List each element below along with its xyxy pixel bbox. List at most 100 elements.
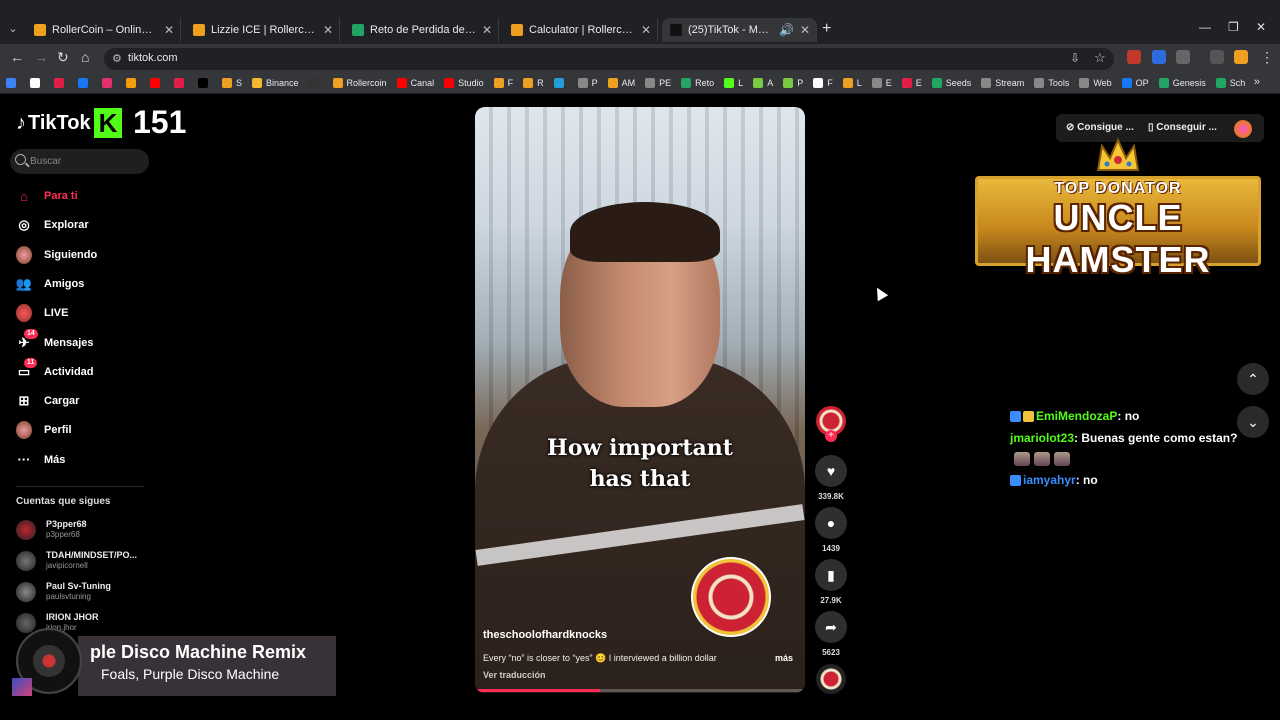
comment-action[interactable]: ● 1439 [815, 507, 847, 553]
search-input[interactable] [30, 149, 145, 174]
browser-menu-icon[interactable]: ⋮ [1260, 49, 1274, 66]
bookmark-icon[interactable]: ▮ [815, 559, 847, 591]
bookmark-item[interactable] [553, 77, 568, 88]
bookmark-star-icon[interactable]: ☆ [1094, 50, 1106, 66]
bookmark-item[interactable]: Sch [1215, 77, 1245, 88]
sidebar-item-actividad[interactable]: ▭ 11 Actividad [16, 357, 94, 383]
extensions-puzzle-icon[interactable] [1176, 50, 1190, 64]
sidebar-item-mensajes[interactable]: ✈ 14 Mensajes [16, 328, 94, 354]
bookmark-item[interactable]: Genesis [1158, 77, 1206, 88]
bookmark-item[interactable] [78, 77, 92, 88]
url-text[interactable]: tiktok.com [128, 52, 178, 64]
tab-close-icon[interactable]: ✕ [482, 23, 492, 37]
following-account[interactable]: TDAH/MINDSET/PO... javipicornell [16, 550, 137, 571]
bookmark-item[interactable]: Stream [981, 77, 1024, 88]
profile-avatar[interactable] [1234, 120, 1252, 138]
bookmark-item[interactable]: P [577, 77, 598, 88]
chat-username[interactable]: iamyahyr [1023, 473, 1076, 487]
share-icon[interactable]: ➦ [815, 611, 847, 643]
bookmark-item[interactable]: F [813, 77, 833, 88]
sidebar-item-live[interactable]: LIVE [16, 302, 68, 324]
get-app-button[interactable]: ▯ Conseguir ... [1148, 122, 1217, 133]
more-link[interactable]: más [775, 653, 793, 663]
reload-icon[interactable]: ↻ [57, 49, 69, 66]
bookmark-item[interactable]: S [222, 77, 242, 88]
bookmark-item[interactable]: R [523, 77, 544, 88]
bookmark-item[interactable]: OP [1121, 77, 1149, 88]
bookmark-item[interactable]: Seeds [931, 77, 971, 88]
site-info-icon[interactable]: ⚙ [112, 52, 122, 65]
media-control-icon[interactable] [1210, 50, 1224, 64]
sidebar-item-explorar[interactable]: ◎ Explorar [16, 214, 88, 236]
bookmark-item[interactable]: Binance [252, 77, 299, 88]
bookmark-item[interactable]: AM [607, 77, 635, 88]
profile-extension-icon[interactable] [1234, 50, 1248, 64]
browser-tab[interactable]: Lizzie ICE | Rollercoin | Minar y Ganar ✕ [185, 18, 340, 42]
like-action[interactable]: ♥ 339.8K [815, 455, 847, 501]
bookmark-item[interactable]: A [753, 77, 773, 88]
tiktok-logo[interactable]: ♪ TikTok [16, 112, 91, 135]
browser-tab[interactable]: RollerCoin – Online Bitcoin Mining Simul… [26, 18, 181, 42]
bookmark-item[interactable] [150, 77, 164, 88]
bookmark-item[interactable] [126, 77, 140, 88]
audio-icon[interactable]: 🔊 [779, 23, 794, 37]
get-coins-button[interactable]: ⊘ Consigue ... [1066, 122, 1134, 133]
bookmark-item[interactable] [6, 77, 20, 88]
previous-video-button[interactable]: ⌃ [1237, 363, 1269, 395]
tab-close-icon[interactable]: ✕ [800, 23, 810, 37]
sidebar-item-amigos[interactable]: 👥 Amigos [16, 273, 84, 295]
bookmark-item[interactable] [30, 77, 44, 88]
bookmark-item[interactable] [174, 77, 188, 88]
browser-tab[interactable]: Reto de Perdida de Peso - El Mejor ✕ [344, 18, 499, 42]
sidebar-item-perfil[interactable]: Perfil [16, 419, 72, 441]
extension-icon[interactable] [1127, 50, 1141, 64]
tab-close-icon[interactable]: ✕ [641, 23, 651, 37]
bookmark-item[interactable] [102, 77, 116, 88]
back-icon[interactable]: ← [10, 49, 24, 65]
tab-close-icon[interactable]: ✕ [164, 23, 174, 37]
bookmark-item[interactable]: F [493, 77, 513, 88]
sidebar-item-cargar[interactable]: ⊞ Cargar [16, 390, 80, 412]
music-disc-icon[interactable] [816, 664, 846, 694]
bookmark-item[interactable]: P [783, 77, 803, 88]
search-box[interactable] [10, 149, 149, 174]
bookmark-item[interactable]: L [724, 77, 743, 88]
bookmark-item[interactable] [308, 77, 323, 88]
sidebar-item-para-ti[interactable]: ⌂ Para ti [16, 185, 78, 207]
chat-username[interactable]: EmiMendozaP [1036, 409, 1117, 423]
bookmark-item[interactable]: Web [1079, 77, 1112, 88]
video-author[interactable]: theschoolofhardknocks [483, 629, 607, 641]
tab-search-icon[interactable]: ⌄ [4, 20, 22, 38]
bookmark-item[interactable]: E [901, 77, 922, 88]
bookmarks-overflow-icon[interactable]: » [1254, 76, 1260, 88]
bookmark-item[interactable]: Canal [396, 77, 434, 88]
browser-tab[interactable]: Calculator | Rollercoin | Minar y Ganar ✕ [503, 18, 658, 42]
bookmark-item[interactable]: L [842, 77, 862, 88]
url-field[interactable]: ⚙ tiktok.com ⇩ ☆ [104, 48, 1114, 70]
install-app-icon[interactable]: ⇩ [1070, 51, 1080, 65]
forward-icon[interactable]: → [34, 49, 48, 65]
share-action[interactable]: ➦ 5623 [815, 611, 847, 657]
bookmark-item[interactable]: E [871, 77, 892, 88]
video-progress-bar[interactable] [475, 689, 805, 692]
translate-link[interactable]: Ver traducción [483, 670, 546, 680]
comment-icon[interactable]: ● [815, 507, 847, 539]
following-account[interactable]: P3pper68 p3pper68 [16, 519, 87, 540]
tab-close-icon[interactable]: ✕ [323, 23, 333, 37]
new-tab-button[interactable]: + [822, 20, 831, 38]
chat-username[interactable]: jmariolot23 [1010, 431, 1074, 445]
bookmark-item[interactable] [198, 77, 212, 88]
bookmark-item[interactable]: PE [645, 77, 671, 88]
heart-icon[interactable]: ♥ [815, 455, 847, 487]
minimize-icon[interactable]: — [1199, 20, 1211, 34]
close-window-icon[interactable]: ✕ [1256, 20, 1266, 34]
maximize-icon[interactable]: ❐ [1228, 20, 1239, 34]
bookmark-item[interactable]: Studio [444, 77, 484, 88]
bookmark-item[interactable]: Reto [681, 77, 714, 88]
extension-icon[interactable] [1152, 50, 1166, 64]
bookmark-item[interactable]: Rollercoin [332, 77, 387, 88]
home-browser-icon[interactable]: ⌂ [81, 49, 89, 65]
video-player[interactable]: How important has that theschoolofhardkn… [475, 107, 805, 693]
follow-plus-button[interactable]: + [825, 430, 837, 442]
sidebar-item-más[interactable]: ··· Más [16, 449, 66, 471]
